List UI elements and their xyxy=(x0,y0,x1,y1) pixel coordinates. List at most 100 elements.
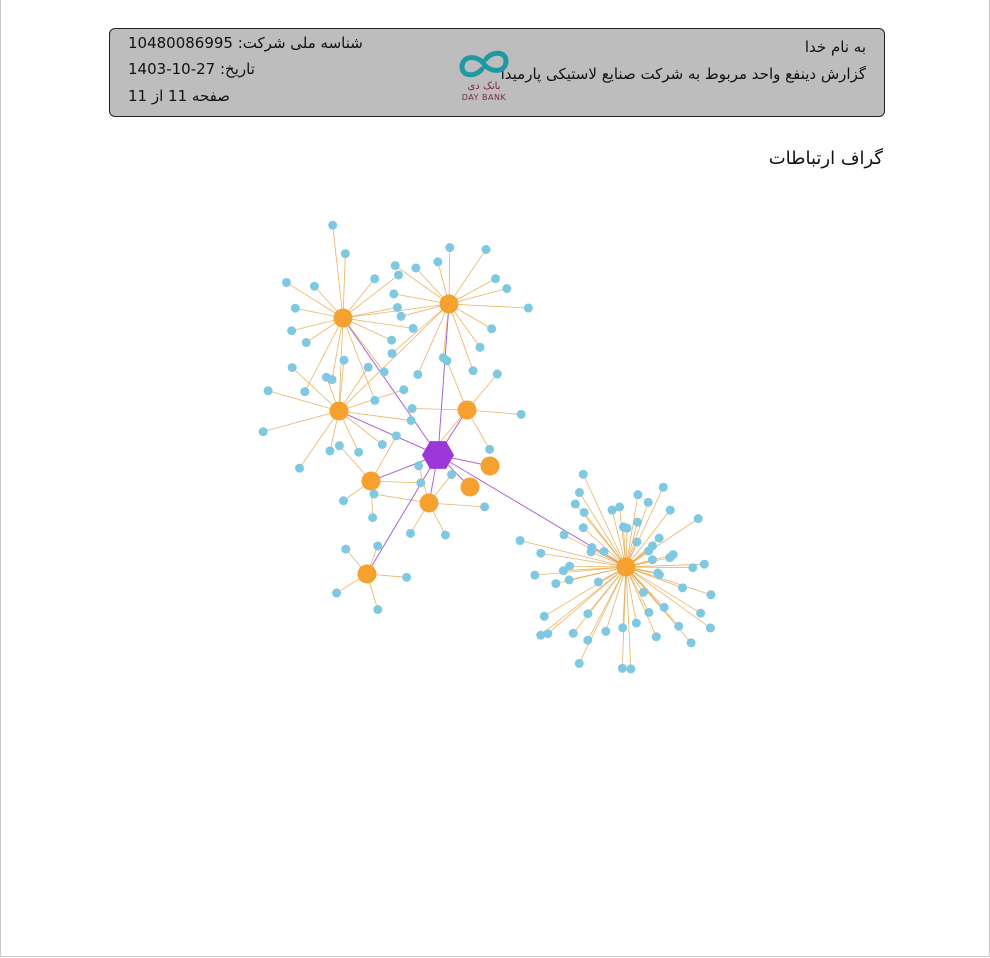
logo-text-en: DAY BANK xyxy=(461,93,507,102)
hub-edge xyxy=(299,410,340,469)
logo-mark-icon xyxy=(459,50,509,78)
center-edge xyxy=(366,454,439,575)
leaf-node xyxy=(578,469,588,479)
leaf-node xyxy=(406,416,416,426)
leaf-node xyxy=(693,514,703,524)
leaf-node xyxy=(341,544,351,554)
hub-edge xyxy=(519,540,627,568)
center-node xyxy=(422,441,454,469)
hub-node xyxy=(439,294,459,314)
leaf-node xyxy=(373,605,383,615)
leaf-node xyxy=(632,517,642,527)
leaf-node xyxy=(321,372,331,382)
relationship-graph xyxy=(258,220,716,674)
leaf-node xyxy=(363,362,373,372)
leaf-node xyxy=(396,311,406,321)
hub-node xyxy=(361,471,381,491)
page-number: صفحه 11 از 11 xyxy=(128,87,230,105)
hub-node xyxy=(480,456,500,476)
leaf-node xyxy=(578,523,588,533)
leaf-node xyxy=(686,638,696,648)
leaf-node xyxy=(389,289,399,299)
leaf-node xyxy=(369,489,379,499)
section-title: گراف ارتباطات xyxy=(768,148,883,169)
leaf-node xyxy=(487,324,497,334)
leaf-node xyxy=(340,249,350,259)
hub-edge xyxy=(263,410,340,433)
leaf-node xyxy=(638,587,648,597)
leaf-node xyxy=(370,274,380,284)
hub-edge xyxy=(394,265,450,305)
leaf-node xyxy=(442,356,452,366)
leaf-node xyxy=(559,530,569,540)
hub-edge xyxy=(342,317,385,373)
leaf-node xyxy=(515,536,525,546)
leaf-node xyxy=(696,608,706,618)
report-title: گزارش دینفع واحد مربوط به شرکت صنایع لاس… xyxy=(500,65,866,83)
leaf-node xyxy=(411,263,421,273)
leaf-node xyxy=(705,623,715,633)
leaf-node xyxy=(536,548,546,558)
leaf-node xyxy=(615,502,625,512)
leaf-node xyxy=(377,440,387,450)
leaf-node xyxy=(631,618,641,628)
leaf-node xyxy=(392,302,402,312)
leaf-node xyxy=(651,632,661,642)
leaf-node xyxy=(593,577,603,587)
leaf-node xyxy=(530,570,540,580)
leaf-node xyxy=(539,611,549,621)
leaf-node xyxy=(568,628,578,638)
leaf-node xyxy=(626,664,636,674)
leaf-node xyxy=(447,470,457,480)
center-edge xyxy=(437,454,627,568)
leaf-node xyxy=(654,570,664,580)
hub-edge xyxy=(625,487,664,568)
leaf-node xyxy=(300,387,310,397)
bismillah-text: به نام خدا xyxy=(804,38,866,56)
leaf-node xyxy=(287,363,297,373)
leaf-node xyxy=(601,626,611,636)
hub-edge xyxy=(448,303,474,371)
leaf-node xyxy=(390,261,400,271)
leaf-node xyxy=(368,513,378,523)
leaf-node xyxy=(633,490,643,500)
hub-node xyxy=(616,557,636,577)
leaf-node xyxy=(492,369,502,379)
report-date: تاریخ: 27-10-1403 xyxy=(128,60,255,78)
leaf-node xyxy=(332,588,342,598)
leaf-node xyxy=(618,623,628,633)
leaf-node xyxy=(565,561,575,571)
leaf-node xyxy=(354,447,364,457)
leaf-node xyxy=(570,499,580,509)
hub-node xyxy=(329,401,349,421)
leaf-node xyxy=(551,579,561,589)
hub-node xyxy=(357,564,377,584)
day-bank-logo: بانک دی DAY BANK xyxy=(456,47,512,105)
leaf-node xyxy=(287,326,297,336)
hub-node xyxy=(457,400,477,420)
leaf-node xyxy=(440,530,450,540)
leaf-node xyxy=(399,385,409,395)
leaf-node xyxy=(328,220,338,230)
leaf-node xyxy=(574,487,584,497)
hub-node xyxy=(419,493,439,513)
leaf-node xyxy=(370,395,380,405)
leaf-node xyxy=(502,284,512,294)
leaf-node xyxy=(405,528,415,538)
leaf-node xyxy=(475,342,485,352)
leaf-node xyxy=(407,404,417,414)
leaf-node xyxy=(574,658,584,668)
leaf-node xyxy=(301,338,311,348)
hub-edge xyxy=(338,317,344,412)
hub-edge xyxy=(342,253,346,319)
hub-edge xyxy=(332,225,344,319)
leaf-node xyxy=(536,630,546,640)
leaf-node xyxy=(413,369,423,379)
leaf-node xyxy=(659,602,669,612)
hub-edge xyxy=(547,566,627,634)
leaf-node xyxy=(394,270,404,280)
leaf-node xyxy=(644,607,654,617)
leaf-node xyxy=(706,590,716,600)
leaf-node xyxy=(339,355,349,365)
leaf-node xyxy=(699,559,709,569)
